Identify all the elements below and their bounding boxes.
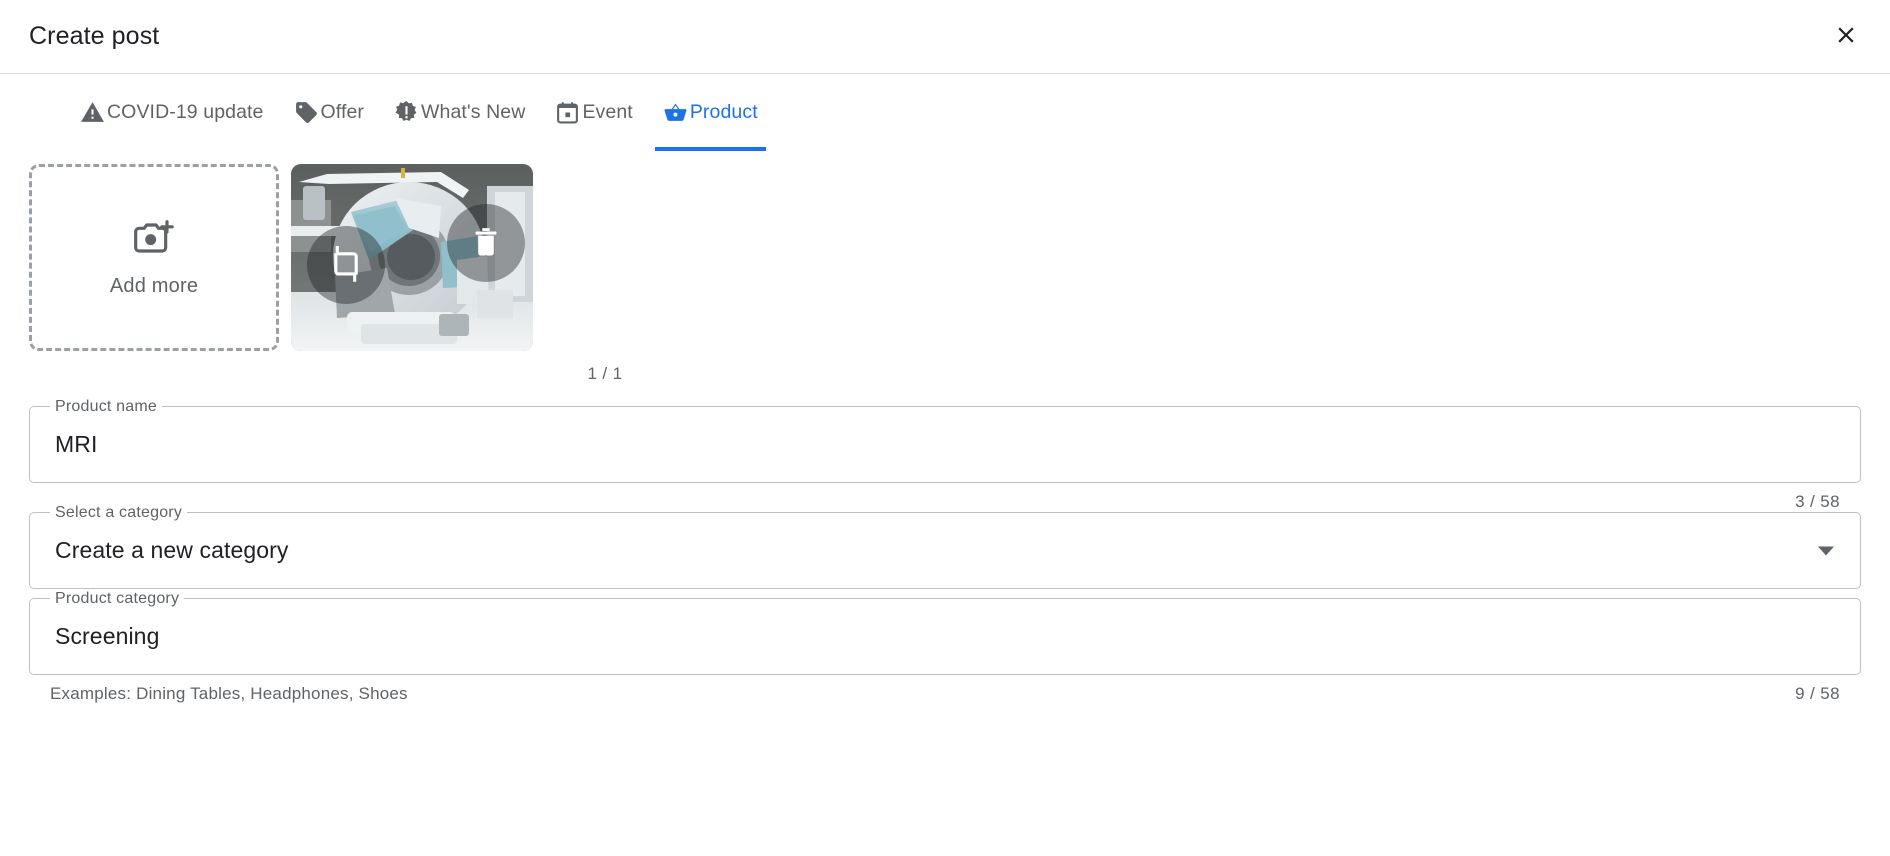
- product-name-field-block: Product name 3 / 58: [29, 397, 1861, 512]
- price-tag-icon: [294, 100, 319, 125]
- crop-icon: [328, 245, 364, 285]
- product-category-input[interactable]: [55, 623, 1835, 650]
- tab-whats-new[interactable]: What's New: [386, 74, 533, 151]
- tab-label: COVID-19 update: [107, 101, 264, 123]
- field-spacer: [29, 589, 1861, 598]
- add-more-photos-button[interactable]: Add more: [29, 164, 279, 351]
- product-category-label: Product category: [50, 589, 185, 609]
- tab-product[interactable]: Product: [654, 74, 766, 151]
- delete-image-button[interactable]: [447, 204, 525, 282]
- product-name-counter: 3 / 58: [1795, 492, 1840, 511]
- chevron-down-icon[interactable]: [1818, 546, 1834, 555]
- page-title: Create post: [29, 22, 160, 50]
- product-name-label: Product name: [50, 397, 163, 417]
- product-form: Product name 3 / 58 Select a category Cr…: [0, 397, 1890, 704]
- tab-offer[interactable]: Offer: [286, 74, 373, 151]
- tab-label: Offer: [320, 101, 365, 123]
- product-category-helper-text: Examples: Dining Tables, Headphones, Sho…: [50, 684, 408, 703]
- media-counter-row: 1 / 1: [0, 364, 1890, 384]
- category-select-field[interactable]: Select a category Create a new category: [29, 503, 1861, 589]
- add-more-label: Add more: [109, 274, 199, 297]
- product-category-helper-row: Examples: Dining Tables, Headphones, Sho…: [29, 675, 1861, 704]
- media-thumbnail[interactable]: [291, 164, 533, 351]
- tab-label: Event: [582, 101, 633, 123]
- dialog-header: Create post: [0, 0, 1890, 73]
- product-name-helper-row: 3 / 58: [29, 483, 1861, 512]
- product-category-field-block: Product category Examples: Dining Tables…: [29, 589, 1861, 704]
- trash-icon: [469, 225, 503, 262]
- close-dialog-button[interactable]: [1824, 15, 1868, 59]
- warning-triangle-icon: [80, 100, 105, 125]
- close-icon: [1833, 22, 1859, 51]
- product-name-input[interactable]: [55, 431, 1835, 458]
- product-category-field[interactable]: Product category: [29, 589, 1861, 675]
- post-type-tab-bar: COVID-19 update Offer What's New Event P…: [0, 74, 1890, 151]
- product-category-counter: 9 / 58: [1795, 684, 1840, 703]
- starburst-exclamation-icon: [394, 100, 419, 125]
- tab-covid-19-update[interactable]: COVID-19 update: [72, 74, 272, 151]
- calendar-icon: [555, 100, 580, 125]
- category-select-label: Select a category: [50, 503, 188, 523]
- category-select-field-block: Select a category Create a new category: [29, 503, 1861, 589]
- category-select-value: Create a new category: [55, 537, 289, 563]
- tab-label: Product: [689, 101, 758, 123]
- add-photo-icon: [132, 218, 176, 263]
- media-section: Add more 1 / 1: [0, 151, 1890, 384]
- product-name-field[interactable]: Product name: [29, 397, 1861, 483]
- media-counter: 1 / 1: [587, 364, 623, 383]
- crop-image-button[interactable]: [307, 226, 385, 304]
- shopping-basket-icon: [663, 100, 688, 125]
- media-thumbnail-strip: Add more: [0, 164, 1890, 351]
- tab-event[interactable]: Event: [547, 74, 640, 151]
- tab-label: What's New: [421, 101, 526, 123]
